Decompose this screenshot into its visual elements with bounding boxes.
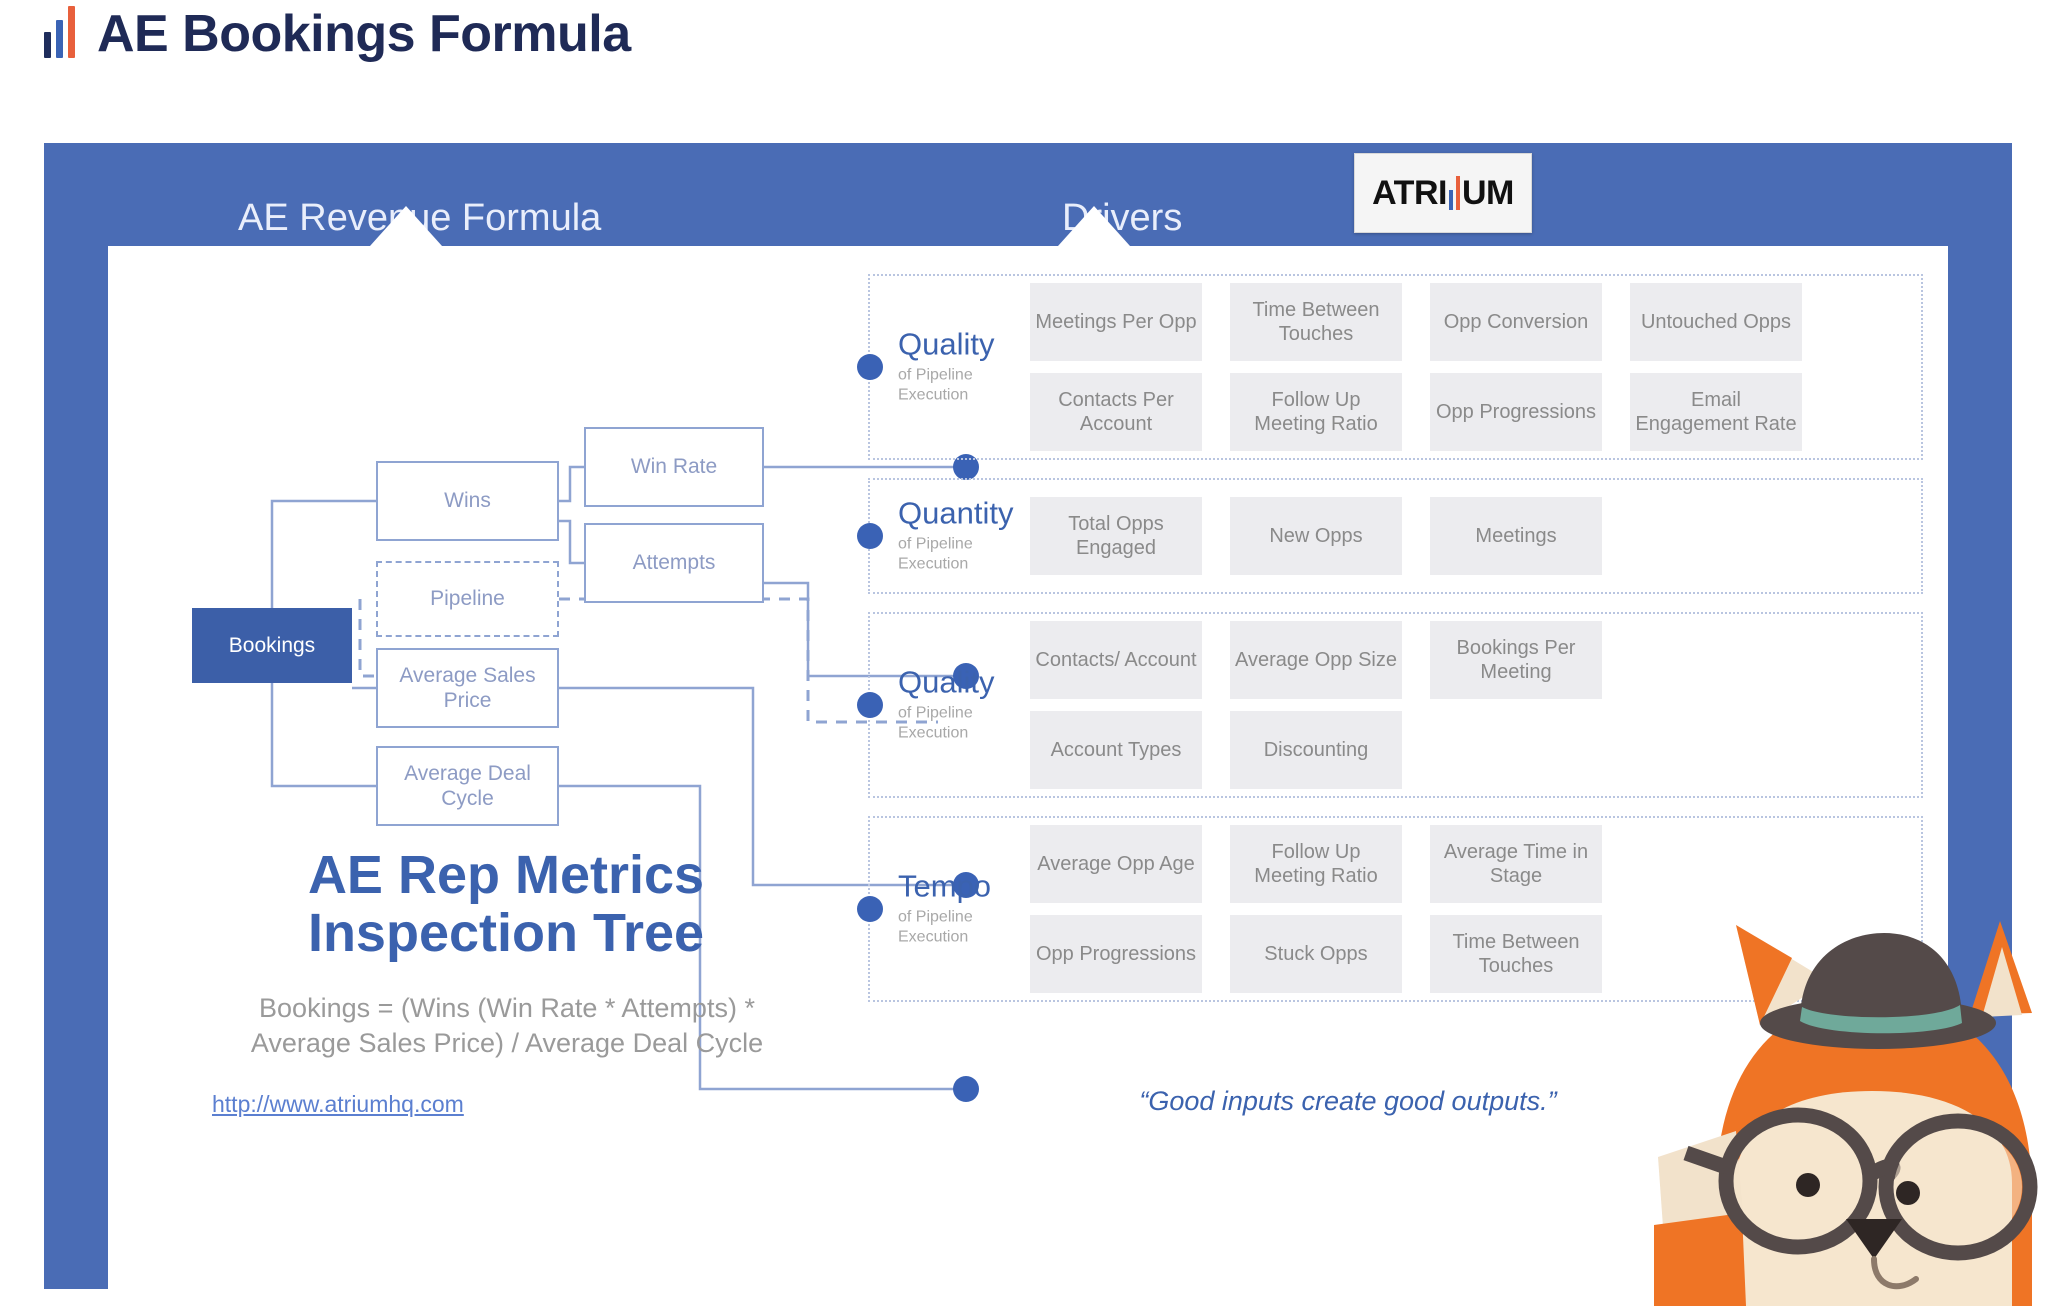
node-adc-line2: Cycle [441,787,494,810]
bar-chart-icon [44,6,75,58]
driver-tile[interactable]: Average Opp Size [1230,621,1402,699]
driver-section-quantity: Quantity of Pipeline Execution Total Opp… [857,478,1923,594]
driver-tile[interactable]: Average Opp Age [1030,825,1202,903]
section-label: Quantity of Pipeline Execution [898,495,1028,575]
metrics-tree: Bookings Wins Pipeline Average Sales Pri… [108,246,848,1289]
section-title: Quality [898,664,995,700]
driver-tile[interactable]: Discounting [1230,711,1402,789]
section-connector-dot-icon [857,523,883,549]
inspection-tree-title-line2: Inspection Tree [307,903,705,964]
driver-tile[interactable]: Opp Progressions [1430,373,1602,451]
driver-tile[interactable]: Follow Up Meeting Ratio [1230,373,1402,451]
driver-tile[interactable]: Meetings [1430,497,1602,575]
atriumhq-link[interactable]: http://www.atriumhq.com [212,1091,464,1118]
node-average-sales-price[interactable]: Average Sales Price [376,648,559,728]
section-label: Quality of Pipeline Execution [898,664,1028,744]
section-subtitle-line2: Execution [898,555,969,573]
driver-tile[interactable]: Stuck Opps [1230,915,1402,993]
formula-line2: Average Sales Price) / Average Deal Cycl… [250,1027,764,1058]
driver-tile[interactable]: Time Between Touches [1430,915,1602,993]
section-connector-dot-icon [857,896,883,922]
page-title: AE Bookings Formula [97,5,631,63]
node-attempts[interactable]: Attempts [584,523,764,603]
atrium-logo-text-before: ATRI [1372,173,1447,212]
notch-right-icon [1058,206,1130,246]
driver-tile[interactable]: Average Time in Stage [1430,825,1602,903]
driver-tile[interactable]: New Opps [1230,497,1402,575]
node-win-rate[interactable]: Win Rate [584,427,764,507]
atrium-logo: ATRI UM [1354,153,1532,233]
section-label: Quality of Pipeline Execution [898,326,1028,406]
section-connector-dot-icon [857,354,883,380]
section-subtitle-line1: of Pipeline [898,366,973,384]
section-subtitle-line2: Execution [898,928,969,946]
node-asp-line2: Price [443,689,492,712]
page-title-row: AE Bookings Formula [44,5,631,63]
section-title: Quality [898,326,995,362]
section-label: Tempo of Pipeline Execution [898,868,1028,948]
driver-tile[interactable]: Contacts Per Account [1030,373,1202,451]
driver-tiles: Total Opps Engaged New Opps Meetings [1030,492,1909,580]
node-bookings[interactable]: Bookings [192,608,352,683]
inspection-tree-title: AE Rep Metrics Inspection Tree [226,846,786,963]
node-pipeline[interactable]: Pipeline [376,561,559,637]
fox-mascot [1654,921,2038,1306]
formula-line1: Bookings = (Wins (Win Rate * Attempts) * [259,993,755,1023]
driver-tile[interactable]: Account Types [1030,711,1202,789]
section-title: Quantity [898,495,1014,531]
inspection-tree-title-line1: AE Rep Metrics [307,845,705,905]
section-subtitle-line2: Execution [898,724,969,742]
section-subtitle-line2: Execution [898,386,969,404]
driver-tiles: Meetings Per Opp Time Between Touches Op… [1030,283,1909,451]
node-wins[interactable]: Wins [376,461,559,541]
notch-left-icon [370,206,442,246]
section-subtitle-line1: of Pipeline [898,535,973,553]
driver-tile[interactable]: Opp Conversion [1430,283,1602,361]
node-average-deal-cycle[interactable]: Average Deal Cycle [376,746,559,826]
node-adc-line1: Average Deal [404,761,531,785]
driver-tiles: Contacts/ Account Average Opp Size Booki… [1030,621,1909,789]
section-subtitle-line1: of Pipeline [898,704,973,722]
driver-tile[interactable]: Untouched Opps [1630,283,1802,361]
atrium-logo-bars-icon [1448,176,1460,210]
driver-tile[interactable]: Email Engagement Rate [1630,373,1802,451]
driver-tile[interactable]: Opp Progressions [1030,915,1202,993]
driver-tile[interactable]: Time Between Touches [1230,283,1402,361]
driver-tile[interactable]: Total Opps Engaged [1030,497,1202,575]
section-connector-dot-icon [857,692,883,718]
driver-tile[interactable]: Contacts/ Account [1030,621,1202,699]
driver-section-quality-1: Quality of Pipeline Execution Meetings P… [857,274,1923,460]
section-subtitle-line1: of Pipeline [898,908,973,926]
driver-section-quality-2: Quality of Pipeline Execution Contacts/ … [857,612,1923,798]
driver-tile[interactable]: Follow Up Meeting Ratio [1230,825,1402,903]
bookings-formula-text: Bookings = (Wins (Win Rate * Attempts) *… [212,991,802,1060]
atrium-logo-text-after: UM [1461,173,1514,212]
driver-tile[interactable]: Bookings Per Meeting [1430,621,1602,699]
section-title: Tempo [898,868,992,904]
driver-tile[interactable]: Meetings Per Opp [1030,283,1202,361]
node-asp-line1: Average Sales [399,663,536,687]
slide-root: AE Bookings Formula AE Revenue Formula D… [0,0,2056,1306]
